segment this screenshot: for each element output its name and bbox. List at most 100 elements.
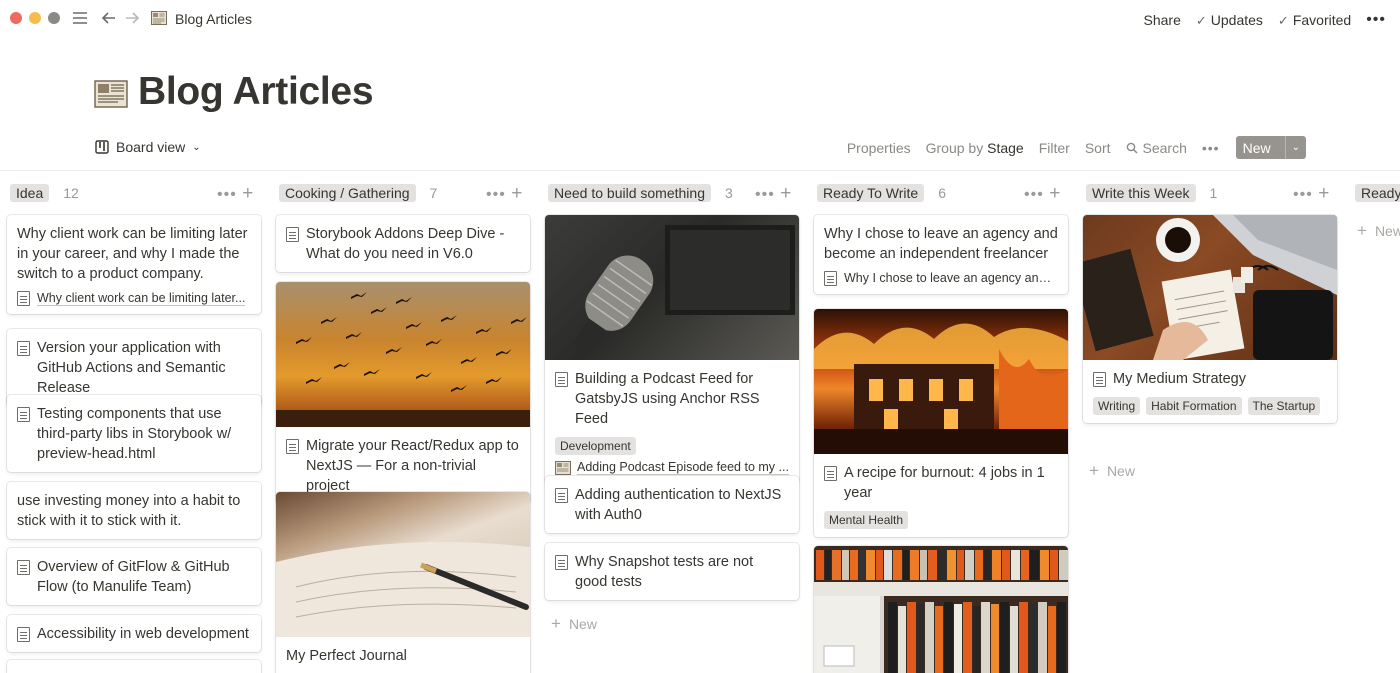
close-window-button[interactable]: [10, 12, 22, 24]
column-header-cooking-gathering[interactable]: Cooking / Gathering 7: [279, 183, 437, 203]
card-title: My Medium Strategy: [1113, 371, 1246, 387]
more-icon[interactable]: •••: [1202, 140, 1220, 156]
linked-page[interactable]: Why I chose to leave an agency and ...: [824, 271, 1058, 286]
column-header-write-this-week[interactable]: Write this Week 1: [1086, 183, 1217, 203]
column-name: Ready To Write: [817, 184, 925, 202]
search-icon: [1126, 142, 1138, 154]
linked-page[interactable]: Why client work can be limiting later...: [17, 291, 251, 306]
maximize-window-button[interactable]: [48, 12, 60, 24]
board-card[interactable]: Migrate your React/Redux app to NextJS —…: [276, 282, 530, 504]
card-title: Why client work can be limiting later in…: [17, 226, 248, 282]
newspaper-icon: [151, 10, 167, 26]
board-card[interactable]: [814, 546, 1068, 673]
sidebar-menu-icon[interactable]: [70, 9, 90, 29]
column-actions[interactable]: ••• +: [1293, 183, 1330, 205]
updates-label: Updates: [1210, 11, 1263, 28]
properties-button[interactable]: Properties: [847, 140, 911, 156]
board-card[interactable]: use investing money into a habit to stic…: [7, 482, 261, 539]
breadcrumb[interactable]: Blog Articles: [175, 11, 252, 27]
card-title: Building a Podcast Feed for GatsbyJS usi…: [575, 371, 760, 427]
card-title: Testing components that use third-party …: [37, 406, 232, 462]
tag-mental-health: Mental Health: [824, 511, 909, 529]
column-header-need-to-build[interactable]: Need to build something 3: [548, 183, 733, 203]
page-icon: [824, 466, 837, 481]
board-card[interactable]: Why client work can be limiting later in…: [7, 215, 261, 314]
favorited-button[interactable]: ✓ Favorited: [1278, 12, 1351, 29]
plus-icon: +: [551, 614, 561, 633]
newspaper-icon[interactable]: [94, 78, 128, 110]
linked-page-title: Why client work can be limiting later...: [37, 291, 246, 306]
linked-page[interactable]: Adding Podcast Episode feed to my ...: [555, 460, 789, 475]
page-title[interactable]: Blog Articles: [138, 70, 374, 114]
board-card[interactable]: Why I chose to leave an agency and becom…: [814, 215, 1068, 294]
chevron-down-icon: ⌄: [192, 141, 201, 153]
view-switcher[interactable]: Board view ⌄: [95, 139, 201, 155]
plus-icon: +: [1357, 221, 1367, 240]
card-title: A recipe for burnout: 4 jobs in 1 year: [844, 465, 1045, 501]
board-card[interactable]: Testing components that use third-party …: [7, 395, 261, 472]
card-title: Accessibility in web development: [37, 626, 249, 642]
column-actions[interactable]: ••• +: [486, 183, 523, 205]
share-button[interactable]: Share: [1144, 12, 1181, 28]
filter-button[interactable]: Filter: [1039, 140, 1070, 156]
card-title: Why I chose to leave an agency and becom…: [824, 226, 1058, 262]
board-card[interactable]: Overview of GitFlow & GitHub Flow (to Ma…: [7, 548, 261, 605]
group-by-label: Group by: [925, 139, 984, 156]
new-label: New: [1374, 223, 1400, 239]
card-title: Version your application with GitHub Act…: [37, 340, 226, 396]
board-card[interactable]: Accessibility in web development: [7, 615, 261, 652]
linked-page-title: Adding Podcast Episode feed to my ...: [577, 460, 789, 475]
page-icon: [17, 341, 30, 356]
new-page-button[interactable]: New ⌄: [1235, 136, 1306, 159]
column-name: Cooking / Gathering: [279, 184, 416, 202]
cover-image-birds-sunset: [276, 282, 530, 427]
group-by-button[interactable]: Group by Stage: [926, 140, 1024, 156]
board-card[interactable]: My Medium Strategy Writing Habit Formati…: [1083, 215, 1337, 423]
add-card-button[interactable]: + New: [1089, 461, 1135, 481]
column-actions[interactable]: ••• +: [1024, 183, 1061, 205]
board-card[interactable]: [7, 660, 261, 673]
column-header-ready[interactable]: Ready: [1355, 183, 1400, 203]
tag-writing: Writing: [1093, 397, 1141, 415]
cover-image-bookshelf: [814, 546, 1068, 673]
board-card[interactable]: Adding authentication to NextJS with Aut…: [545, 476, 799, 533]
column-count: 7: [429, 185, 438, 201]
check-icon: ✓: [1195, 12, 1207, 28]
cover-image-microphone: [545, 215, 799, 360]
updates-button[interactable]: ✓ Updates: [1196, 12, 1263, 29]
page-icon: [1093, 372, 1106, 387]
board-card[interactable]: A recipe for burnout: 4 jobs in 1 year M…: [814, 309, 1068, 537]
forward-arrow-icon[interactable]: [122, 9, 142, 29]
column-count: 6: [938, 185, 946, 201]
column-actions[interactable]: ••• +: [217, 183, 254, 205]
add-card-button[interactable]: + New: [551, 614, 597, 634]
plus-icon: +: [1089, 461, 1099, 480]
more-options-icon[interactable]: •••: [1366, 11, 1386, 29]
board-card[interactable]: My Perfect Journal: [276, 492, 530, 673]
search-button[interactable]: Search: [1126, 140, 1187, 156]
page-icon: [17, 291, 30, 306]
new-label: New: [1106, 463, 1135, 479]
column-header-ready-to-write[interactable]: Ready To Write 6: [817, 183, 946, 203]
tag-habit-formation: Habit Formation: [1146, 397, 1242, 415]
board-card[interactable]: Building a Podcast Feed for GatsbyJS usi…: [545, 215, 799, 483]
card-title: My Perfect Journal: [286, 648, 407, 664]
minimize-window-button[interactable]: [29, 12, 41, 24]
check-icon: ✓: [1277, 12, 1289, 28]
column-header-idea[interactable]: Idea 12: [10, 183, 79, 203]
column-name: Write this Week: [1086, 184, 1196, 202]
page-icon: [555, 555, 568, 570]
column-count: 3: [725, 185, 733, 201]
chevron-down-icon[interactable]: ⌄: [1284, 136, 1306, 159]
page-icon: [17, 407, 30, 422]
add-card-button[interactable]: + New: [1357, 221, 1400, 241]
column-actions[interactable]: ••• +: [755, 183, 792, 205]
board-view-icon: [95, 140, 109, 154]
cover-image-journal-pen: [276, 492, 530, 637]
board-card[interactable]: Why Snapshot tests are not good tests: [545, 543, 799, 600]
back-arrow-icon[interactable]: [99, 9, 119, 29]
new-label: New: [568, 616, 597, 632]
board-card[interactable]: Storybook Addons Deep Dive - What do you…: [276, 215, 530, 272]
favorited-label: Favorited: [1292, 11, 1352, 28]
sort-button[interactable]: Sort: [1085, 140, 1111, 156]
